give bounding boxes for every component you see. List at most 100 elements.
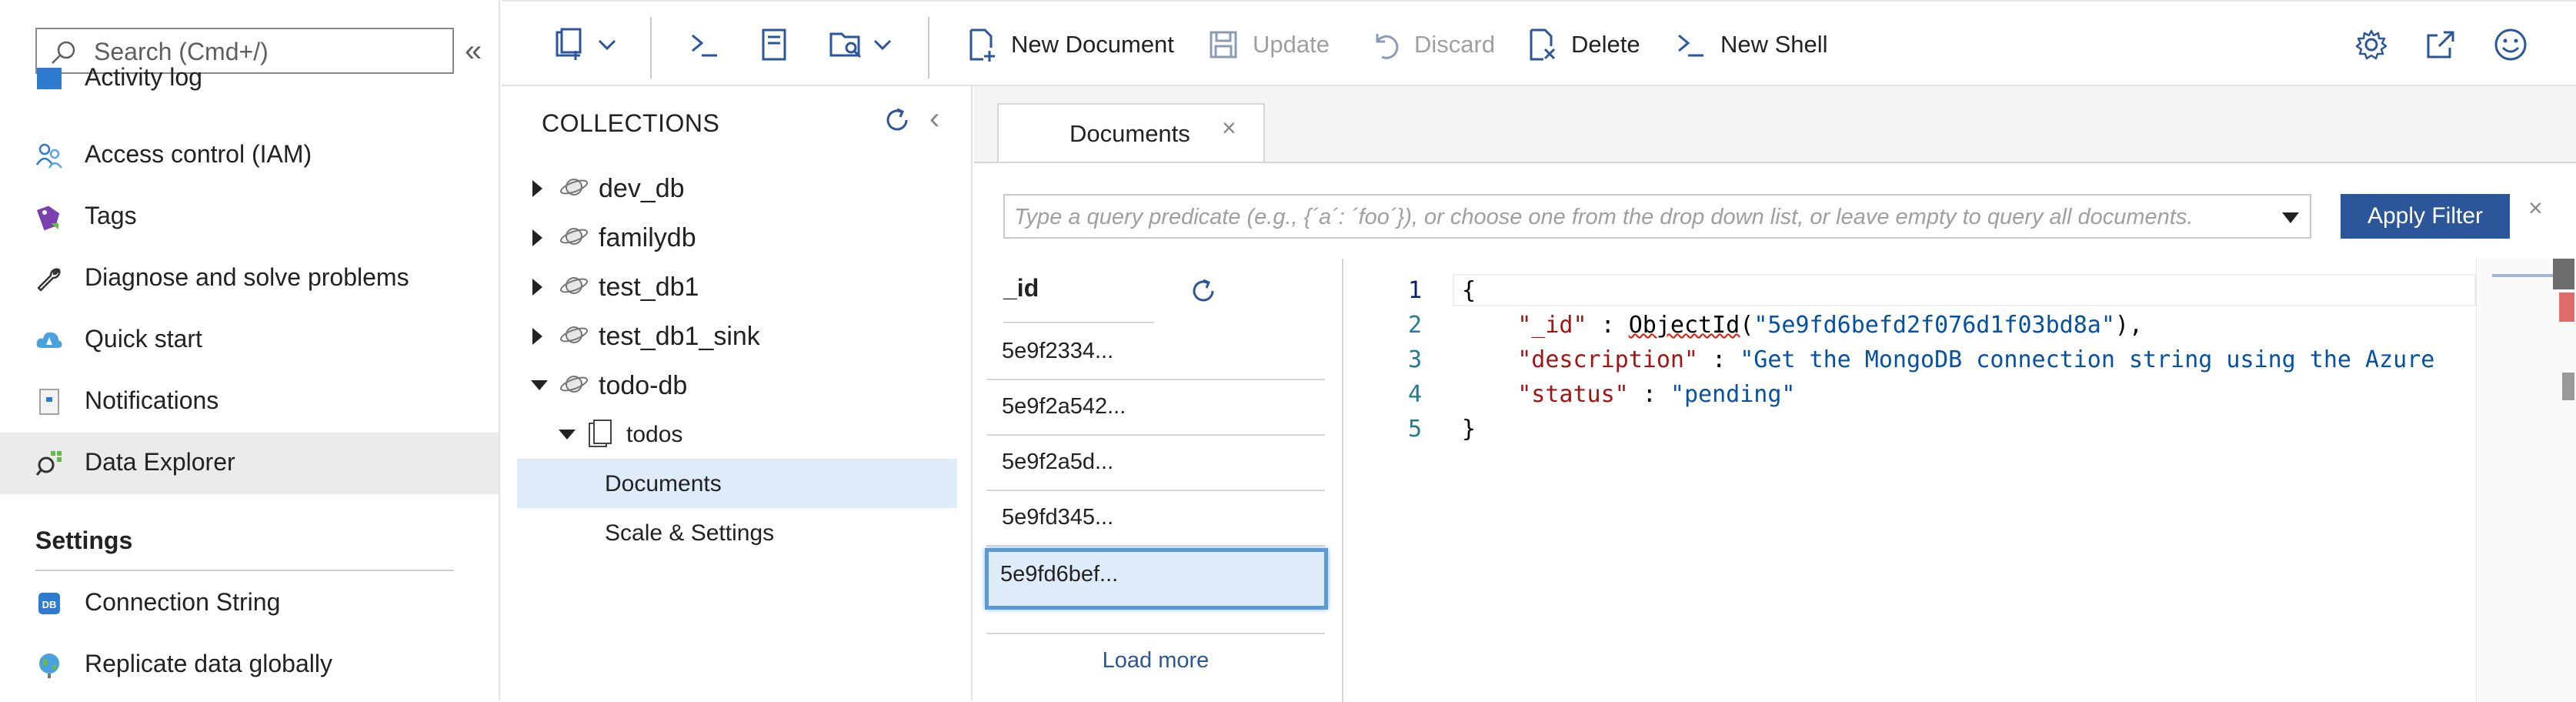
nav-item-tags[interactable]: Tags bbox=[0, 186, 499, 248]
tab-documents[interactable]: Documents × bbox=[997, 103, 1265, 163]
document-id: 5e9fd345... bbox=[1002, 505, 1114, 530]
close-tab-icon[interactable]: × bbox=[1222, 114, 1236, 142]
code-line-2: "_id" : ObjectId("5e9fd6befd2f076d1f03bd… bbox=[1517, 312, 2144, 339]
collapse-collections-button[interactable]: ‹ bbox=[929, 102, 939, 136]
document-id: 5e9f2a5d... bbox=[1002, 450, 1114, 474]
tree-label: Scale & Settings bbox=[605, 520, 775, 546]
document-id-list: _id 5e9f2334... 5e9f2a542... 5e9f2a5d...… bbox=[985, 259, 1343, 702]
wrench-icon bbox=[37, 268, 61, 292]
tree-database-dev-db[interactable]: dev_db bbox=[517, 163, 957, 212]
nav-item-diagnose[interactable]: Diagnose and solve problems bbox=[0, 248, 499, 309]
documents-body: Type a query predicate (e.g., {´a´: ´foo… bbox=[974, 162, 2576, 702]
database-planet-icon bbox=[559, 326, 589, 343]
database-planet-icon bbox=[559, 277, 589, 294]
terminal-icon bbox=[692, 34, 717, 57]
json-string: "pending" bbox=[1670, 381, 1796, 408]
update-label: Update bbox=[1253, 31, 1330, 58]
tree-database-todo-db[interactable]: todo-db bbox=[517, 360, 957, 410]
new-shell-label: New Shell bbox=[1720, 31, 1828, 58]
expand-arrow-icon bbox=[532, 279, 542, 296]
header-divider bbox=[1003, 322, 1154, 323]
code-line-5: } bbox=[1462, 416, 1476, 443]
refresh-icon[interactable] bbox=[1188, 276, 1219, 306]
tree-item-scale-settings[interactable]: Scale & Settings bbox=[517, 508, 957, 557]
new-shell-button[interactable]: New Shell bbox=[1676, 22, 1828, 68]
document-row[interactable]: 5e9fd345... bbox=[986, 491, 1325, 547]
document-row[interactable]: 5e9f2a5d... bbox=[986, 436, 1325, 491]
chevron-down-icon bbox=[873, 39, 892, 51]
collection-document-icon bbox=[589, 420, 612, 447]
code-line-4: "status" : "pending" bbox=[1517, 381, 1796, 408]
filter-dropdown-icon[interactable] bbox=[2282, 212, 2299, 223]
toolbar-separator bbox=[650, 17, 652, 79]
tree-label: Documents bbox=[605, 471, 722, 496]
open-query-dropdown[interactable] bbox=[828, 22, 893, 68]
id-column-header: _id bbox=[1003, 274, 1039, 302]
globe-icon bbox=[39, 654, 59, 678]
nav-item-label: Activity log bbox=[85, 66, 202, 91]
delete-button[interactable]: Delete bbox=[1527, 22, 1640, 68]
nav-item-activity-log[interactable]: Activity log bbox=[0, 66, 499, 105]
line-number: 3 bbox=[1407, 346, 1422, 373]
tree-database-test-db1-sink[interactable]: test_db1_sink bbox=[517, 311, 957, 360]
tree-label: todos bbox=[626, 422, 683, 447]
tree-database-test-db1[interactable]: test_db1 bbox=[517, 262, 957, 311]
document-row-selected[interactable]: 5e9fd6bef... bbox=[985, 548, 1328, 610]
query-filter-input[interactable]: Type a query predicate (e.g., {´a´: ´foo… bbox=[1003, 194, 2311, 239]
editor-minimap[interactable] bbox=[2476, 259, 2576, 702]
new-collection-dropdown[interactable] bbox=[552, 22, 617, 68]
nav-item-connection-string[interactable]: DB Connection String bbox=[0, 573, 499, 634]
discard-button[interactable]: Discard bbox=[1370, 22, 1495, 68]
discard-label: Discard bbox=[1414, 31, 1496, 58]
apply-filter-button[interactable]: Apply Filter bbox=[2341, 194, 2510, 239]
document-row[interactable]: 5e9f2334... bbox=[986, 325, 1325, 380]
document-row[interactable]: 5e9f2a542... bbox=[986, 380, 1325, 436]
load-more-row: Load more bbox=[986, 633, 1325, 687]
update-button[interactable]: Update bbox=[1208, 22, 1330, 68]
collections-panel: COLLECTIONS ‹ dev_db familydb test_db1 t… bbox=[502, 86, 973, 700]
json-string: "5e9fd6befd2f076d1f03bd8a" bbox=[1753, 312, 2115, 339]
tab-label: Documents bbox=[1069, 120, 1190, 147]
settings-button[interactable] bbox=[2354, 22, 2388, 68]
scrollbar-thumb[interactable] bbox=[2562, 373, 2574, 400]
tree-label: todo-db bbox=[599, 371, 688, 400]
nav-item-label: Quick start bbox=[85, 325, 202, 353]
nav-item-label: Replicate data globally bbox=[85, 650, 332, 677]
nav-item-replicate[interactable]: Replicate data globally bbox=[0, 634, 499, 696]
nav-item-quick-start[interactable]: Quick start bbox=[0, 309, 499, 371]
refresh-icon[interactable] bbox=[882, 105, 913, 135]
tree-database-familydb[interactable]: familydb bbox=[517, 212, 957, 262]
close-filter-icon[interactable]: × bbox=[2528, 194, 2543, 222]
json-key: "status" bbox=[1517, 381, 1629, 408]
collapse-nav-button[interactable]: « bbox=[465, 35, 482, 66]
json-open-brace: { bbox=[1462, 277, 1477, 304]
database-planet-icon bbox=[559, 228, 589, 245]
collapse-arrow-icon bbox=[531, 380, 548, 390]
database-planet-icon bbox=[559, 376, 589, 393]
feedback-button[interactable] bbox=[2493, 22, 2528, 68]
nav-item-notifications[interactable]: Notifications bbox=[0, 371, 499, 433]
nav-item-label: Diagnose and solve problems bbox=[85, 263, 409, 291]
tree-label: dev_db bbox=[599, 174, 685, 203]
document-editor[interactable]: 1 2 3 4 5 { "_id" : ObjectId("5e9fd6befd… bbox=[1345, 259, 2576, 702]
nav-item-access-control[interactable]: Access control (IAM) bbox=[0, 125, 499, 186]
data-explorer-icon bbox=[35, 451, 62, 476]
notebook-icon bbox=[762, 28, 786, 61]
tree-item-documents[interactable]: Documents bbox=[517, 459, 957, 508]
notification-icon bbox=[39, 389, 59, 415]
new-document-button[interactable]: New Document bbox=[966, 22, 1174, 68]
code-line-3: "description" : "Get the MongoDB connect… bbox=[1517, 346, 2435, 373]
code-line-1: { bbox=[1462, 277, 1476, 304]
open-shell-button[interactable] bbox=[689, 22, 720, 68]
expand-arrow-icon bbox=[532, 328, 542, 345]
nav-item-label: Data Explorer bbox=[85, 448, 235, 476]
toolbar-separator bbox=[928, 17, 929, 79]
gear-icon bbox=[2355, 29, 2387, 60]
delete-document-icon bbox=[1530, 28, 1556, 61]
collections-title: COLLECTIONS bbox=[542, 109, 720, 137]
nav-item-data-explorer[interactable]: Data Explorer bbox=[0, 433, 499, 494]
open-notebook-button[interactable] bbox=[759, 22, 789, 68]
open-full-screen-button[interactable] bbox=[2424, 22, 2458, 68]
tree-collection-todos[interactable]: todos bbox=[517, 410, 957, 459]
load-more-link[interactable]: Load more bbox=[986, 648, 1325, 674]
